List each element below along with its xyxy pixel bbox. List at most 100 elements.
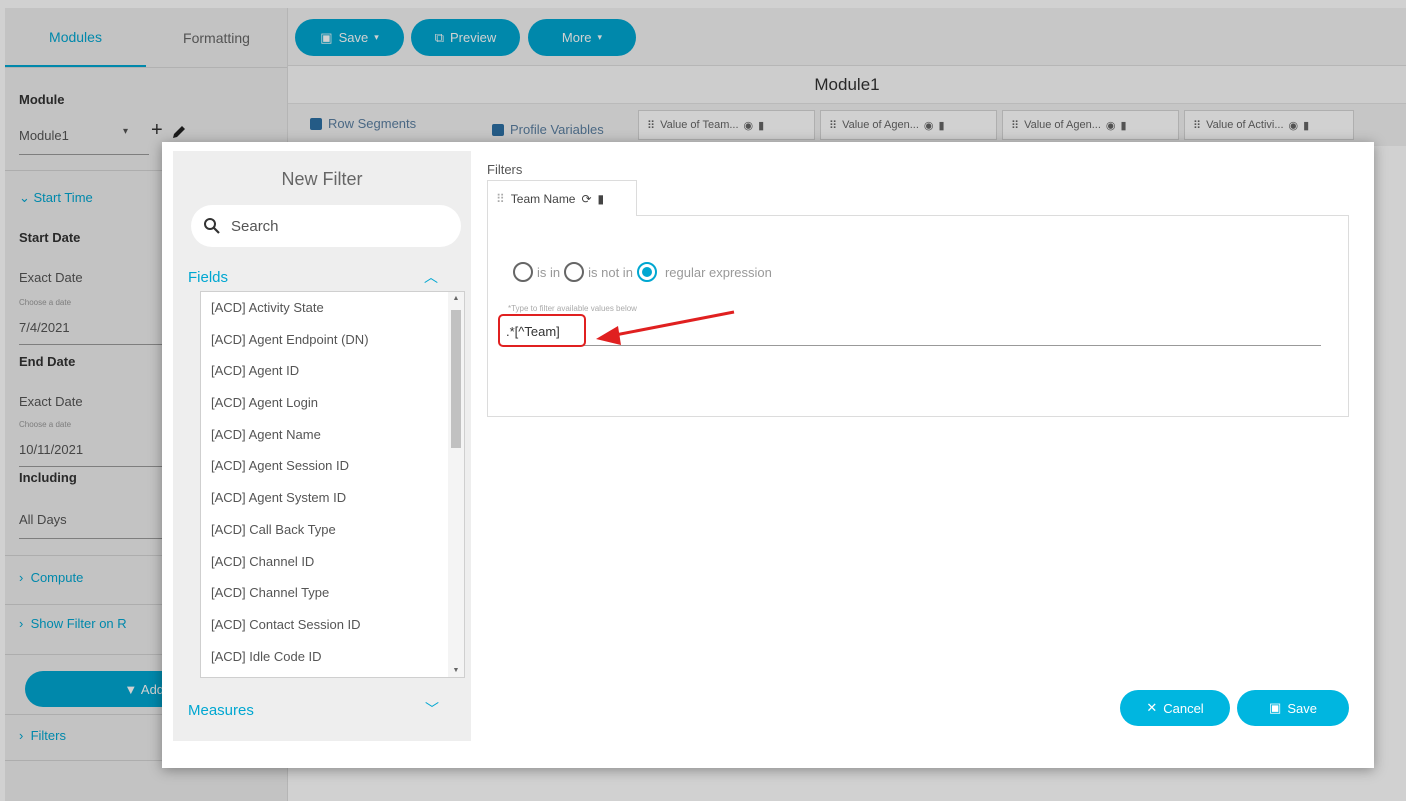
end-date-type[interactable]: Exact Date [19, 394, 83, 409]
radio-is-not-in[interactable] [564, 262, 585, 282]
chevron-right-icon: › [19, 616, 31, 631]
list-item[interactable]: [ACD] Agent ID [201, 355, 464, 387]
search-input[interactable]: Search [231, 218, 279, 235]
trash-icon[interactable]: ▮ [1121, 119, 1127, 132]
variable-chip[interactable]: ⠿ Value of Agen... ◉ ▮ [1002, 110, 1179, 140]
left-panel-tabs: Modules Formatting [5, 8, 287, 68]
variable-chip-label: Value of Team... [660, 119, 739, 131]
eye-icon[interactable]: ◉ [924, 119, 934, 132]
trash-icon[interactable]: ▮ [1303, 119, 1309, 132]
list-item[interactable]: [ACD] Agent Endpoint (DN) [201, 324, 464, 356]
chevron-down-icon[interactable]: ▾ [123, 126, 128, 137]
chevron-right-icon: › [19, 728, 31, 743]
cancel-button[interactable]: ✕ Cancel [1120, 690, 1230, 726]
compute-toggle[interactable]: › Compute [19, 570, 83, 585]
filters-label: Filters [487, 162, 523, 177]
list-item[interactable]: [ACD] Channel Type [201, 577, 464, 609]
preview-button[interactable]: ⧉ Preview [411, 19, 520, 56]
save-button[interactable]: ▣ Save [1237, 690, 1349, 726]
including-underline [19, 538, 169, 539]
list-item[interactable]: [ACD] Activity State [201, 292, 464, 324]
fields-list[interactable]: [ACD] Activity State [ACD] Agent Endpoin… [200, 291, 465, 678]
list-item[interactable]: [ACD] Channel ID [201, 546, 464, 578]
filters-label: Filters [30, 728, 66, 743]
row-segments[interactable]: Row Segments [310, 116, 416, 131]
variable-chip-label: Value of Activi... [1206, 119, 1284, 131]
list-item[interactable]: [ACD] Agent Session ID [201, 450, 464, 482]
scroll-up-icon[interactable]: ▲ [448, 295, 464, 302]
eye-icon[interactable]: ◉ [744, 119, 754, 132]
regex-input[interactable] [503, 318, 1321, 346]
radio-regular-expression-label: regular expression [664, 264, 772, 280]
start-time-toggle[interactable]: ⌄ Start Time [19, 190, 93, 206]
start-date-value[interactable]: 7/4/2021 [19, 320, 70, 335]
more-label: More [561, 30, 592, 45]
radio-regular-expression[interactable] [636, 262, 657, 282]
fields-scrollbar[interactable]: ▲ ▼ [448, 292, 464, 677]
variable-chip[interactable]: ⠿ Value of Agen... ◉ ▮ [820, 110, 997, 140]
show-filter-toggle[interactable]: › Show Filter on R [19, 616, 127, 631]
edit-icon[interactable] [171, 124, 187, 140]
external-link-icon: ⧉ [434, 29, 445, 45]
tab-modules[interactable]: Modules [5, 8, 146, 67]
compute-label: Compute [30, 570, 84, 585]
list-item[interactable]: [ACD] Idle Code ID [201, 641, 464, 673]
list-item[interactable]: [ACD] Contact Session ID [201, 609, 464, 641]
start-date-type[interactable]: Exact Date [19, 270, 83, 285]
chevron-down-icon: ⌄ [19, 190, 34, 205]
refresh-icon[interactable]: ⟳ [581, 192, 591, 206]
save-label: Save [1287, 700, 1317, 716]
trash-icon[interactable]: ▮ [758, 119, 764, 132]
floppy-disk-icon: ▣ [1269, 700, 1282, 715]
save-menu-button[interactable]: ▣ Save ▾ [295, 19, 404, 56]
list-item[interactable]: [ACD] Call Back Type [201, 514, 464, 546]
new-filter-modal: New Filter Search Fields ︿ [ACD] Activit… [162, 142, 1374, 768]
eye-icon[interactable]: ◉ [1289, 119, 1299, 132]
drag-handle-icon[interactable]: ⠿ [829, 119, 837, 132]
list-item[interactable]: [ACD] Agent System ID [201, 482, 464, 514]
start-date-label: Start Date [19, 230, 81, 245]
measures-header[interactable]: Measures [188, 702, 254, 719]
drag-handle-icon[interactable]: ⠿ [647, 119, 655, 132]
end-date-underline [19, 466, 169, 467]
list-item[interactable]: [ACD] Agent Name [201, 419, 464, 451]
more-menu-button[interactable]: More ▾ [528, 19, 636, 56]
variable-chip-label: Value of Agen... [1024, 119, 1101, 131]
search-icon [204, 218, 220, 234]
end-date-hint: Choose a date [19, 420, 72, 429]
search-box[interactable]: Search [191, 205, 461, 247]
list-item[interactable]: [ACD] Agent Login [201, 387, 464, 419]
module-title: Module1 [288, 66, 1406, 104]
tab-formatting[interactable]: Formatting [146, 8, 287, 67]
scroll-down-icon[interactable]: ▼ [448, 667, 464, 674]
chevron-up-icon[interactable]: ︿ [424, 267, 438, 287]
scrollbar-thumb[interactable] [451, 310, 461, 448]
filter-editor: is in is not in regular expression *Type… [487, 215, 1349, 417]
end-date-value[interactable]: 10/11/2021 [19, 442, 83, 457]
filter-tab-team-name[interactable]: ⠿ Team Name ⟳ ▮ [487, 180, 637, 216]
add-module-icon[interactable]: + [151, 119, 163, 142]
modal-title: New Filter [281, 169, 363, 189]
variable-chip[interactable]: ⠿ Value of Activi... ◉ ▮ [1184, 110, 1354, 140]
filter-mode-radios: is in is not in regular expression [513, 262, 772, 282]
filters-toggle[interactable]: › Filters [19, 728, 66, 743]
module-select[interactable]: Module1 [19, 128, 69, 143]
radio-is-in[interactable] [513, 262, 533, 282]
toolbar: ▣ Save ▾ ⧉ Preview More ▾ [288, 8, 1406, 66]
including-select[interactable]: All Days [19, 512, 67, 527]
drag-handle-icon[interactable]: ⠿ [496, 192, 505, 206]
filter-hint: *Type to filter available values below [508, 304, 637, 313]
filter-icon: ▼ [124, 681, 138, 697]
chevron-down-icon[interactable]: ﹀ [425, 699, 439, 719]
fields-header[interactable]: Fields [188, 269, 228, 286]
trash-icon[interactable]: ▮ [939, 119, 945, 132]
profile-variables[interactable]: Profile Variables [492, 122, 604, 137]
cancel-label: Cancel [1163, 700, 1204, 716]
segments-row: Row Segments Profile Variables ⠿ Value of… [288, 104, 1406, 146]
eye-icon[interactable]: ◉ [1106, 119, 1116, 132]
drag-handle-icon[interactable]: ⠿ [1011, 119, 1019, 132]
trash-icon[interactable]: ▮ [598, 192, 605, 206]
drag-handle-icon[interactable]: ⠿ [1193, 119, 1201, 132]
variable-chip[interactable]: ⠿ Value of Team... ◉ ▮ [638, 110, 815, 140]
profile-variables-icon [492, 123, 504, 136]
